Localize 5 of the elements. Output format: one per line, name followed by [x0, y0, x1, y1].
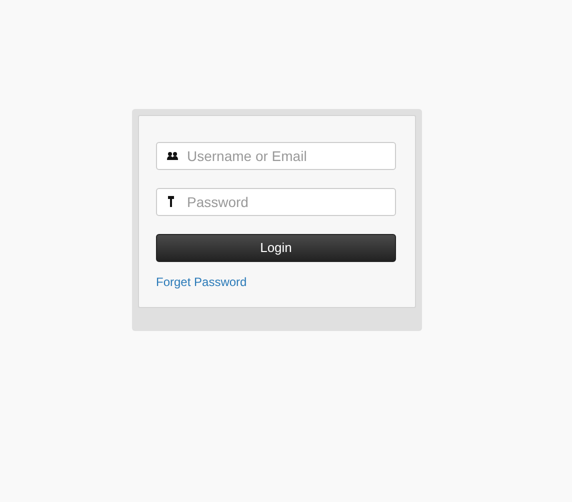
forget-password-link[interactable]: Forget Password [156, 273, 247, 291]
users-icon [167, 152, 178, 160]
login-button[interactable]: Login [156, 234, 396, 262]
input-field[interactable]: Username or Email [156, 142, 396, 170]
input-field[interactable]: Password [156, 188, 396, 216]
